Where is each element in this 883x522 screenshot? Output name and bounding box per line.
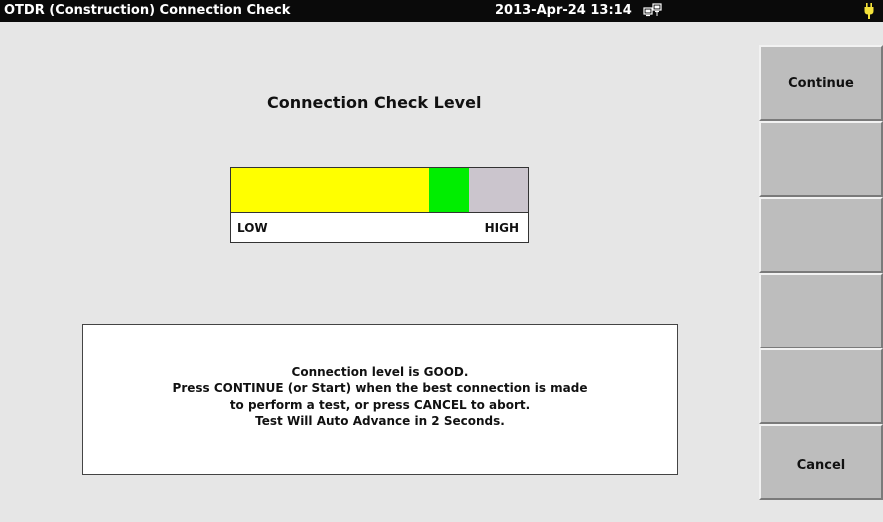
meter-bar	[231, 168, 528, 213]
softkey-label: Continue	[788, 76, 854, 91]
message-line: Connection level is GOOD.	[291, 364, 469, 379]
network-icon	[643, 3, 662, 17]
cancel-button[interactable]: Cancel	[759, 424, 883, 500]
meter-high-label: HIGH	[484, 221, 519, 235]
power-plug-icon	[864, 3, 874, 19]
datetime: 2013-Apr-24 13:14	[495, 3, 632, 18]
continue-button[interactable]: Continue	[759, 45, 883, 121]
meter-good-zone	[429, 168, 469, 212]
softkey-3-button[interactable]	[759, 197, 883, 273]
connection-level-meter: LOW HIGH	[230, 167, 529, 243]
softkey-5-button[interactable]	[759, 348, 883, 424]
status-message-box: Connection level is GOOD. Press CONTINUE…	[82, 324, 678, 475]
softkey-4-button[interactable]	[759, 273, 883, 349]
connection-level-heading: Connection Check Level	[267, 93, 482, 112]
softkey-2-button[interactable]	[759, 121, 883, 197]
softkey-label: Cancel	[796, 458, 846, 473]
title-bar: OTDR (Construction) Connection Check 201…	[0, 0, 883, 22]
app-title: OTDR (Construction) Connection Check	[4, 3, 291, 18]
message-line: to perform a test, or press CANCEL to ab…	[229, 397, 531, 412]
softkey-panel: Continue Cancel	[759, 45, 883, 500]
meter-low-zone	[231, 168, 429, 212]
message-line: Test Will Auto Advance in 2 Seconds.	[255, 414, 505, 428]
meter-low-label: LOW	[237, 221, 268, 235]
message-line: Press CONTINUE (or Start) when the best …	[172, 381, 588, 395]
